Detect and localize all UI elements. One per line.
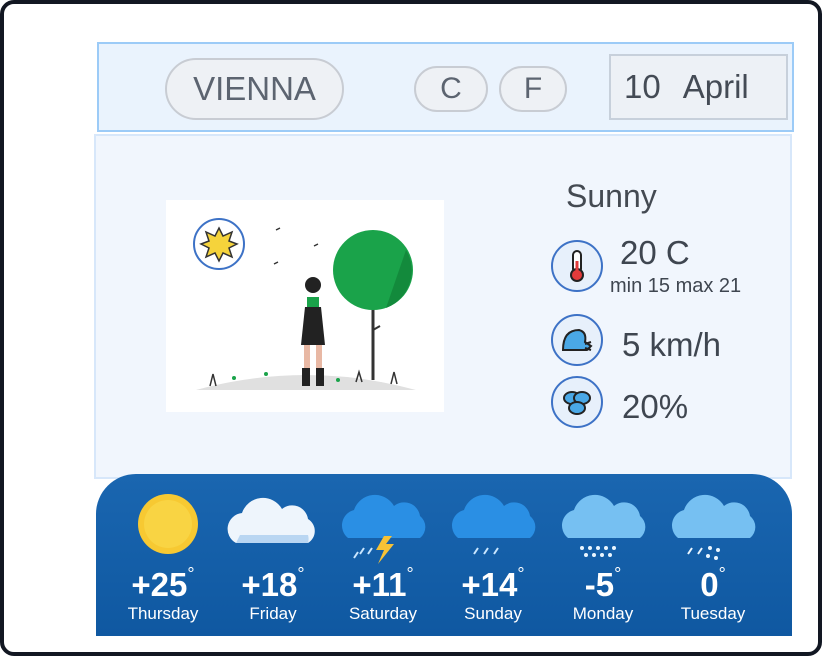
cloud-icon — [227, 497, 315, 543]
forecast-day[interactable]: +25° Thursday — [108, 474, 218, 636]
condition-label: Sunny — [566, 178, 657, 214]
rain-icon — [451, 494, 536, 555]
snow-icon — [561, 494, 646, 557]
forecast-day-name: Monday — [572, 604, 634, 623]
city-button[interactable]: VIENNA — [165, 58, 344, 120]
humidity-value: 20% — [622, 388, 689, 425]
small-sun-icon — [193, 218, 245, 270]
forecast-temp: +18 — [241, 566, 298, 603]
forecast-temp: +11 — [352, 566, 407, 603]
sun-icon — [138, 494, 198, 554]
date-month: April — [682, 68, 749, 105]
temperature-range: min 15 max 21 — [610, 275, 742, 297]
forecast-day[interactable]: -5° Monday — [548, 474, 658, 636]
forecast-day-name: Tuesday — [680, 604, 746, 623]
wind-speed-value: 5 km/h — [622, 326, 722, 363]
forecast-temp: 0 — [700, 566, 719, 603]
forecast-day-name: Saturday — [348, 604, 418, 623]
forecast-day-name: Sunday — [464, 604, 522, 623]
temperature-value: 20 C — [620, 234, 690, 271]
celsius-toggle[interactable]: C — [414, 66, 488, 112]
forecast-day-name: Friday — [249, 604, 297, 623]
forecast-temp: +25 — [131, 566, 188, 603]
forecast-day[interactable]: +11° Saturday — [328, 474, 438, 636]
thermometer-icon — [551, 240, 603, 292]
forecast-temp: +14 — [461, 566, 518, 603]
forecast-day-name: Thursday — [127, 604, 199, 623]
forecast-day[interactable]: +18° Friday — [218, 474, 328, 636]
forecast-strip: +25° Thursday +18° Friday +11° Saturday … — [96, 474, 792, 636]
date-display[interactable]: 10 April — [609, 54, 788, 120]
forecast-day[interactable]: 0° Tuesday — [658, 474, 768, 636]
forecast-day[interactable]: +14° Sunday — [438, 474, 548, 636]
header-bar: VIENNA C F 10 April — [97, 42, 794, 132]
wind-icon — [551, 314, 603, 366]
weather-illustration — [166, 200, 444, 412]
sleet-icon — [671, 494, 756, 560]
thunderstorm-icon — [341, 494, 426, 564]
current-weather-panel: Sunny 20 C min 15 max 21 5 km/h 20% — [94, 134, 792, 479]
date-day: 10 — [624, 68, 661, 105]
fahrenheit-toggle[interactable]: F — [499, 66, 567, 112]
forecast-temp: -5 — [584, 566, 615, 603]
humidity-icon — [551, 376, 603, 428]
